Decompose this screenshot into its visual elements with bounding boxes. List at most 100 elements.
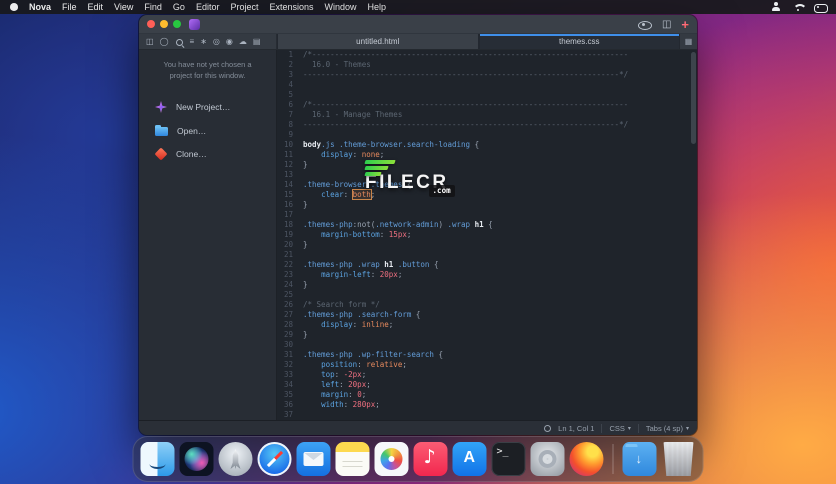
line-number: 11: [277, 150, 303, 160]
scrollbar[interactable]: [691, 52, 696, 416]
line-number: 16: [277, 200, 303, 210]
code-line: 15 clear: both;: [277, 190, 697, 200]
code-line: 11 display: none;: [277, 150, 697, 160]
filter-icon[interactable]: ≡: [190, 34, 195, 49]
sidebar-item-open[interactable]: Open…: [139, 119, 276, 142]
code-line: 17: [277, 210, 697, 220]
dock-firefox-icon[interactable]: [570, 442, 604, 476]
line-number: 18: [277, 220, 303, 230]
menu-item-file[interactable]: File: [62, 2, 77, 12]
line-number: 12: [277, 160, 303, 170]
dock-terminal-icon[interactable]: [492, 442, 526, 476]
line-number: 3: [277, 70, 303, 80]
line-number: 33: [277, 370, 303, 380]
menu-item-window[interactable]: Window: [325, 2, 357, 12]
user-switch-icon[interactable]: [770, 2, 782, 13]
dock-trash-icon[interactable]: [662, 442, 696, 476]
sidebar-item-new-project[interactable]: New Project…: [139, 95, 276, 119]
line-number: 28: [277, 320, 303, 330]
tab-grid-icon[interactable]: ▦: [680, 34, 697, 49]
line-number: 31: [277, 350, 303, 360]
dock-photos-icon[interactable]: [375, 442, 409, 476]
code-line: 7 16.1 - Manage Themes: [277, 110, 697, 120]
cloud-icon[interactable]: ☁: [239, 34, 247, 49]
menu-item-editor[interactable]: Editor: [196, 2, 220, 12]
line-number: 19: [277, 230, 303, 240]
close-button[interactable]: [147, 20, 155, 28]
tab-untitled-html[interactable]: untitled.html: [277, 34, 479, 49]
add-editor-icon[interactable]: +: [681, 18, 689, 31]
line-number: 36: [277, 400, 303, 410]
indentation-selector[interactable]: Tabs (4 sp) ▾: [646, 424, 689, 433]
line-number: 35: [277, 390, 303, 400]
code-line: 26/* Search form */: [277, 300, 697, 310]
line-number: 37: [277, 410, 303, 420]
syntax-selector[interactable]: CSS ▾: [609, 424, 630, 433]
eye-icon[interactable]: ◉: [226, 34, 233, 49]
code-line: 9: [277, 130, 697, 140]
line-number: 30: [277, 340, 303, 350]
line-number: 13: [277, 170, 303, 180]
scrollbar-thumb[interactable]: [691, 52, 696, 144]
tab-themes-css[interactable]: themes.css: [479, 34, 681, 49]
dock-notes-icon[interactable]: [336, 442, 370, 476]
sidebar-toggle-icon[interactable]: ◫: [146, 34, 154, 49]
dock-launchpad-icon[interactable]: [219, 442, 253, 476]
wifi-icon[interactable]: [792, 2, 804, 13]
toolbar-icons: ◫ ◯ ≡ ∗ ◎ ◉ ☁ ▤: [139, 34, 277, 49]
preview-eye-icon[interactable]: [638, 18, 652, 31]
target-icon[interactable]: ◎: [213, 34, 220, 49]
menu-item-help[interactable]: Help: [368, 2, 387, 12]
dock-divider: [613, 444, 614, 474]
activity-circle-icon[interactable]: ◯: [160, 34, 169, 49]
dock-mail-icon[interactable]: [297, 442, 331, 476]
line-number: 4: [277, 80, 303, 90]
dock-siri-icon[interactable]: [180, 442, 214, 476]
zoom-button[interactable]: [173, 20, 181, 28]
menu-bar: Nova File Edit View Find Go Editor Project Exten…: [0, 0, 836, 14]
line-number: 32: [277, 360, 303, 370]
menu-item-edit[interactable]: Edit: [88, 2, 104, 12]
code-line: 6/*-------------------------------------…: [277, 100, 697, 110]
line-number: 8: [277, 120, 303, 130]
sidebar-item-clone[interactable]: Clone…: [139, 142, 276, 166]
dock-settings-icon[interactable]: [531, 442, 565, 476]
dock-finder-icon[interactable]: [141, 442, 175, 476]
search-icon[interactable]: [175, 37, 184, 47]
menu-item-find[interactable]: Find: [144, 2, 162, 12]
line-number: 20: [277, 240, 303, 250]
code-line: 27.themes-php .search-form {: [277, 310, 697, 320]
menu-item-view[interactable]: View: [114, 2, 133, 12]
line-number: 1: [277, 50, 303, 60]
dock-appstore-icon[interactable]: [453, 442, 487, 476]
code-line: 24}: [277, 280, 697, 290]
dock-downloads-icon[interactable]: [623, 442, 657, 476]
split-editor-icon[interactable]: ◫: [662, 18, 671, 31]
code-line: 1/*-------------------------------------…: [277, 50, 697, 60]
window-titlebar[interactable]: ◫ +: [139, 15, 697, 33]
code-line: 10body.js .theme-browser.search-loading …: [277, 140, 697, 150]
code-editor[interactable]: 1/*-------------------------------------…: [277, 50, 697, 420]
apple-logo-icon[interactable]: [10, 3, 18, 11]
line-number: 5: [277, 90, 303, 100]
dock-safari-icon[interactable]: [258, 442, 292, 476]
tabs: untitled.html themes.css: [277, 34, 680, 49]
line-number: 24: [277, 280, 303, 290]
line-number: 15: [277, 190, 303, 200]
line-number: 6: [277, 100, 303, 110]
menu-item-nova[interactable]: Nova: [29, 2, 51, 12]
asterisk-icon[interactable]: ∗: [200, 34, 207, 49]
tab-label: untitled.html: [356, 37, 399, 46]
grid-icon[interactable]: ▤: [253, 34, 261, 49]
minimize-button[interactable]: [160, 20, 168, 28]
menu-item-go[interactable]: Go: [173, 2, 185, 12]
traffic-lights: [147, 20, 181, 28]
dock-music-icon[interactable]: [414, 442, 448, 476]
control-center-icon[interactable]: [814, 2, 826, 13]
code-line: 13: [277, 170, 697, 180]
menu-item-project[interactable]: Project: [230, 2, 258, 12]
desktop: Nova File Edit View Find Go Editor Project Exten…: [0, 0, 836, 484]
code-line: 16}: [277, 200, 697, 210]
menu-item-extensions[interactable]: Extensions: [269, 2, 313, 12]
code-line: 25: [277, 290, 697, 300]
